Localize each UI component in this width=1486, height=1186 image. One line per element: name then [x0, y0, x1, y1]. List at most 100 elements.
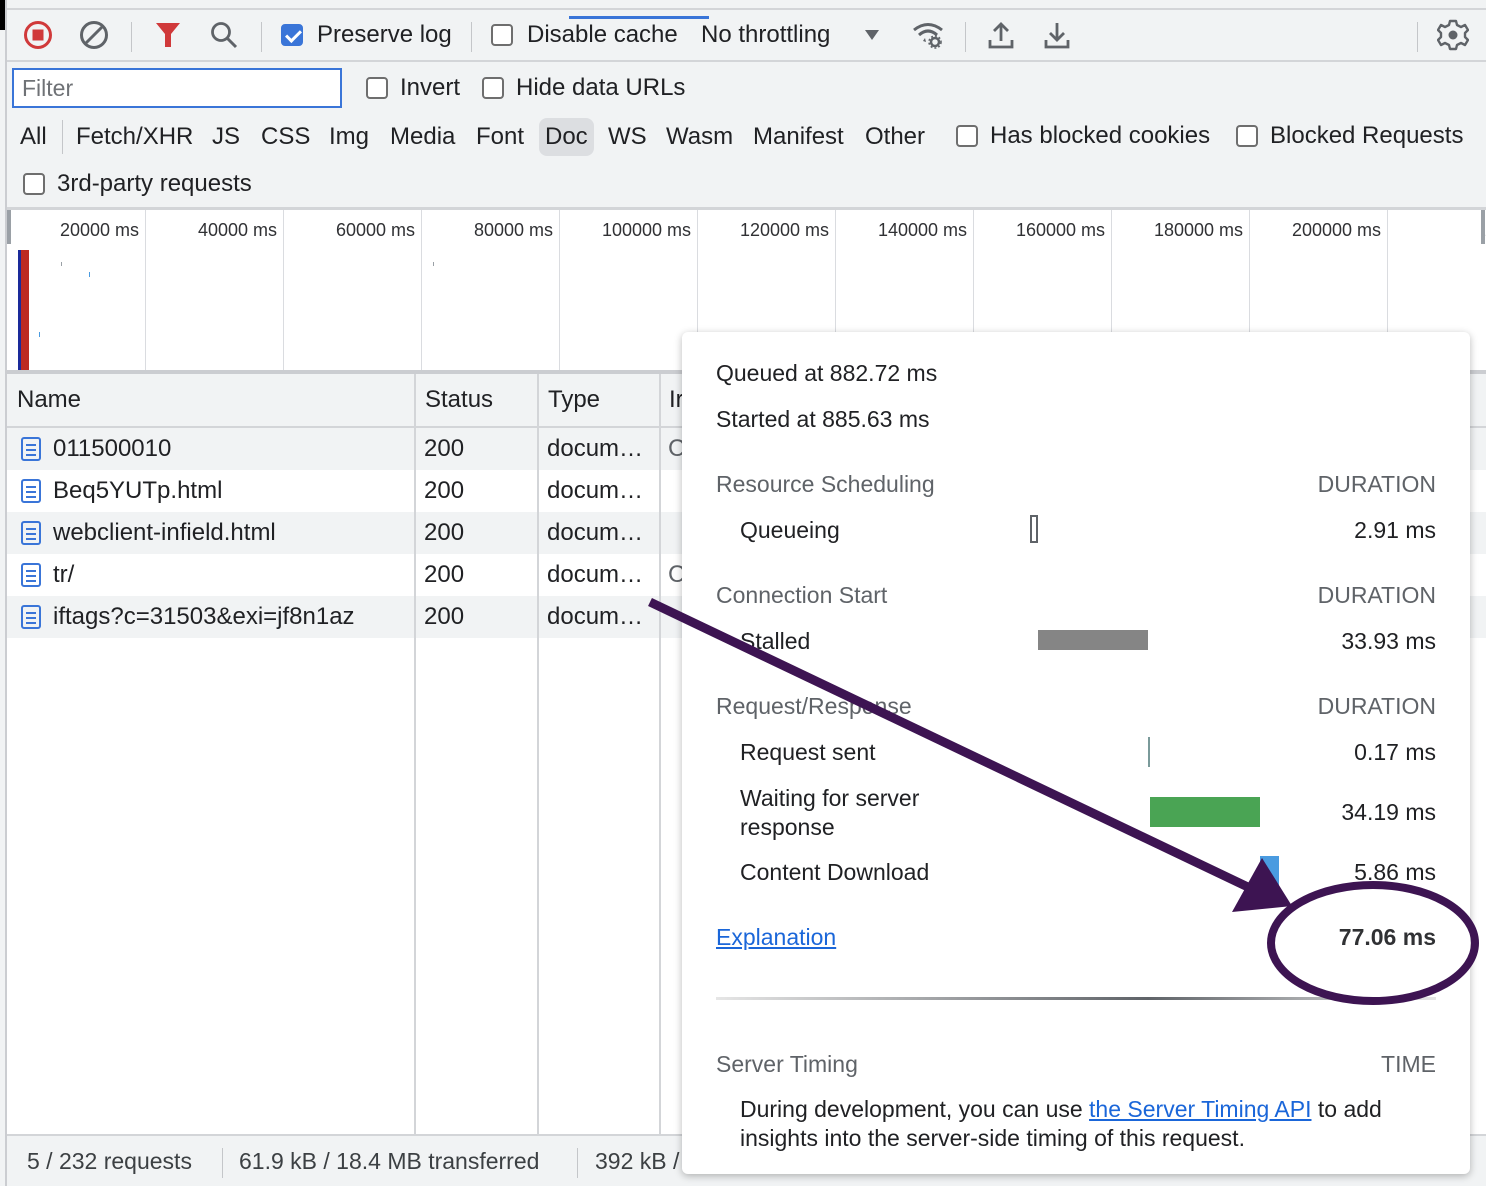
- third-party-checkbox[interactable]: [23, 173, 45, 195]
- cell-type: docum…: [547, 435, 644, 462]
- column-divider[interactable]: [414, 374, 416, 1134]
- throttling-select[interactable]: No throttling: [701, 10, 880, 60]
- blocked-requests-checkbox[interactable]: [1236, 125, 1258, 147]
- duration-header: DURATION: [1317, 582, 1436, 608]
- search-icon: [211, 22, 238, 49]
- blocked-requests-label: Blocked Requests: [1270, 122, 1464, 149]
- overview-tick-label: 20000 ms: [59, 220, 139, 240]
- third-party-label: 3rd-party requests: [57, 170, 252, 197]
- blocked-requests-toggle[interactable]: Blocked Requests: [1236, 122, 1463, 150]
- request-tick: [61, 262, 62, 266]
- type-filter-all[interactable]: All: [14, 118, 53, 156]
- phase-label-waiting: Waiting for server response: [740, 785, 920, 840]
- hide-data-urls-toggle[interactable]: Hide data URLs: [482, 74, 685, 102]
- type-filter-other[interactable]: Other: [859, 118, 931, 156]
- server-timing-description: During development, you can use the Serv…: [740, 1095, 1440, 1153]
- type-filter-manifest[interactable]: Manifest: [747, 118, 850, 156]
- duration-header: DURATION: [1317, 471, 1436, 497]
- overview-gridline: [283, 210, 284, 370]
- total-duration: 77.06 ms: [1338, 924, 1436, 950]
- server-timing-api-link[interactable]: the Server Timing API: [1089, 1096, 1311, 1122]
- clear-button[interactable]: [79, 10, 109, 60]
- settings-button[interactable]: [1437, 10, 1469, 60]
- network-conditions-button[interactable]: [911, 10, 945, 60]
- preserve-log-checkbox[interactable]: [281, 24, 303, 46]
- type-filter-img[interactable]: Img: [323, 118, 375, 156]
- phase-value-content-download: 5.86 ms: [1354, 859, 1436, 885]
- column-divider[interactable]: [659, 374, 661, 1134]
- overview-tick-label: 22000: [1395, 220, 1486, 241]
- type-filter-font[interactable]: Font: [470, 118, 530, 156]
- timing-popover: Queued at 882.72 ms Started at 885.63 ms…: [682, 332, 1470, 1174]
- hide-data-urls-checkbox[interactable]: [482, 77, 504, 99]
- column-header-type[interactable]: Type: [538, 374, 600, 426]
- request-name: tr/: [53, 561, 75, 588]
- phase-value-waiting: 34.19 ms: [1341, 799, 1436, 825]
- overview-left-handle[interactable]: [7, 210, 11, 244]
- overview-tick-label: 160000 ms: [1015, 220, 1105, 240]
- explanation-link[interactable]: Explanation: [716, 924, 836, 951]
- has-blocked-cookies-checkbox[interactable]: [956, 125, 978, 147]
- cell-name: tr/: [21, 554, 74, 596]
- overview-gridline: [421, 210, 422, 370]
- section-title-server-timing: Server Timing: [716, 1051, 858, 1077]
- phase-bar-waiting: [1149, 797, 1261, 827]
- request-name: Beq5YUTp.html: [53, 477, 223, 504]
- document-icon: [21, 437, 41, 461]
- type-filter-doc[interactable]: Doc: [539, 118, 594, 156]
- record-button[interactable]: [23, 10, 53, 60]
- column-divider[interactable]: [537, 374, 539, 1134]
- column-header-name[interactable]: Name: [7, 374, 81, 426]
- request-name: iftags?c=31503&exi=jf8n1az: [53, 603, 355, 630]
- preserve-log-toggle[interactable]: Preserve log: [281, 10, 452, 60]
- document-icon: [21, 563, 41, 587]
- queued-at: Queued at 882.72 ms: [716, 360, 938, 386]
- has-blocked-cookies-toggle[interactable]: Has blocked cookies: [956, 122, 1210, 150]
- request-name: 011500010: [53, 435, 172, 462]
- requests-count: 5 / 232 requests: [27, 1147, 192, 1174]
- invert-toggle[interactable]: Invert: [366, 74, 460, 102]
- toolbar-separator: [471, 22, 472, 52]
- type-filter-css[interactable]: CSS: [255, 118, 316, 156]
- third-party-toggle[interactable]: 3rd-party requests: [23, 170, 252, 198]
- phase-value-request-sent: 0.17 ms: [1354, 739, 1436, 765]
- search-button[interactable]: [209, 10, 239, 60]
- column-header-initiator[interactable]: Ir: [659, 374, 684, 426]
- type-filter-wasm[interactable]: Wasm: [660, 118, 739, 156]
- request-tick: [89, 272, 90, 277]
- status-separator: [222, 1148, 223, 1178]
- filter-icon: [156, 23, 180, 47]
- cell-name: webclient-infield.html: [21, 512, 276, 554]
- toolbar-separator: [131, 22, 132, 52]
- status-separator: [577, 1148, 578, 1178]
- cell-name: iftags?c=31503&exi=jf8n1az: [21, 596, 355, 638]
- disable-cache-toggle[interactable]: Disable cache: [491, 10, 678, 60]
- filter-toggle-button[interactable]: [155, 10, 181, 60]
- filter-input[interactable]: [12, 68, 342, 108]
- invert-checkbox[interactable]: [366, 77, 388, 99]
- cell-status: 200: [424, 603, 465, 630]
- overview-tick-label: 120000 ms: [739, 220, 829, 240]
- column-header-status[interactable]: Status: [415, 374, 493, 426]
- section-title-connection-start: Connection Start: [716, 582, 888, 608]
- type-filter-media[interactable]: Media: [384, 118, 461, 156]
- dropdown-arrow-icon: [865, 30, 880, 40]
- disable-cache-checkbox[interactable]: [491, 24, 513, 46]
- overview-gridline: [559, 210, 560, 370]
- cell-type: docum…: [547, 519, 644, 546]
- overview-tick-label: 60000 ms: [335, 220, 415, 240]
- cell-name: 011500010: [21, 428, 171, 470]
- transferred-size: 61.9 kB / 18.4 MB transferred: [239, 1147, 540, 1174]
- overview-gridline: [145, 210, 146, 370]
- preserve-log-label: Preserve log: [317, 21, 452, 48]
- type-filter-fetch-xhr[interactable]: Fetch/XHR: [70, 118, 199, 156]
- cell-status: 200: [424, 477, 465, 504]
- cell-name: Beq5YUTp.html: [21, 470, 222, 512]
- type-filter-ws[interactable]: WS: [602, 118, 653, 156]
- import-har-button[interactable]: [987, 10, 1015, 60]
- invert-label: Invert: [400, 74, 461, 101]
- has-blocked-cookies-label: Has blocked cookies: [990, 122, 1211, 149]
- type-filter-js[interactable]: JS: [206, 118, 246, 156]
- phase-label-queueing: Queueing: [740, 517, 840, 543]
- export-har-button[interactable]: [1043, 10, 1071, 60]
